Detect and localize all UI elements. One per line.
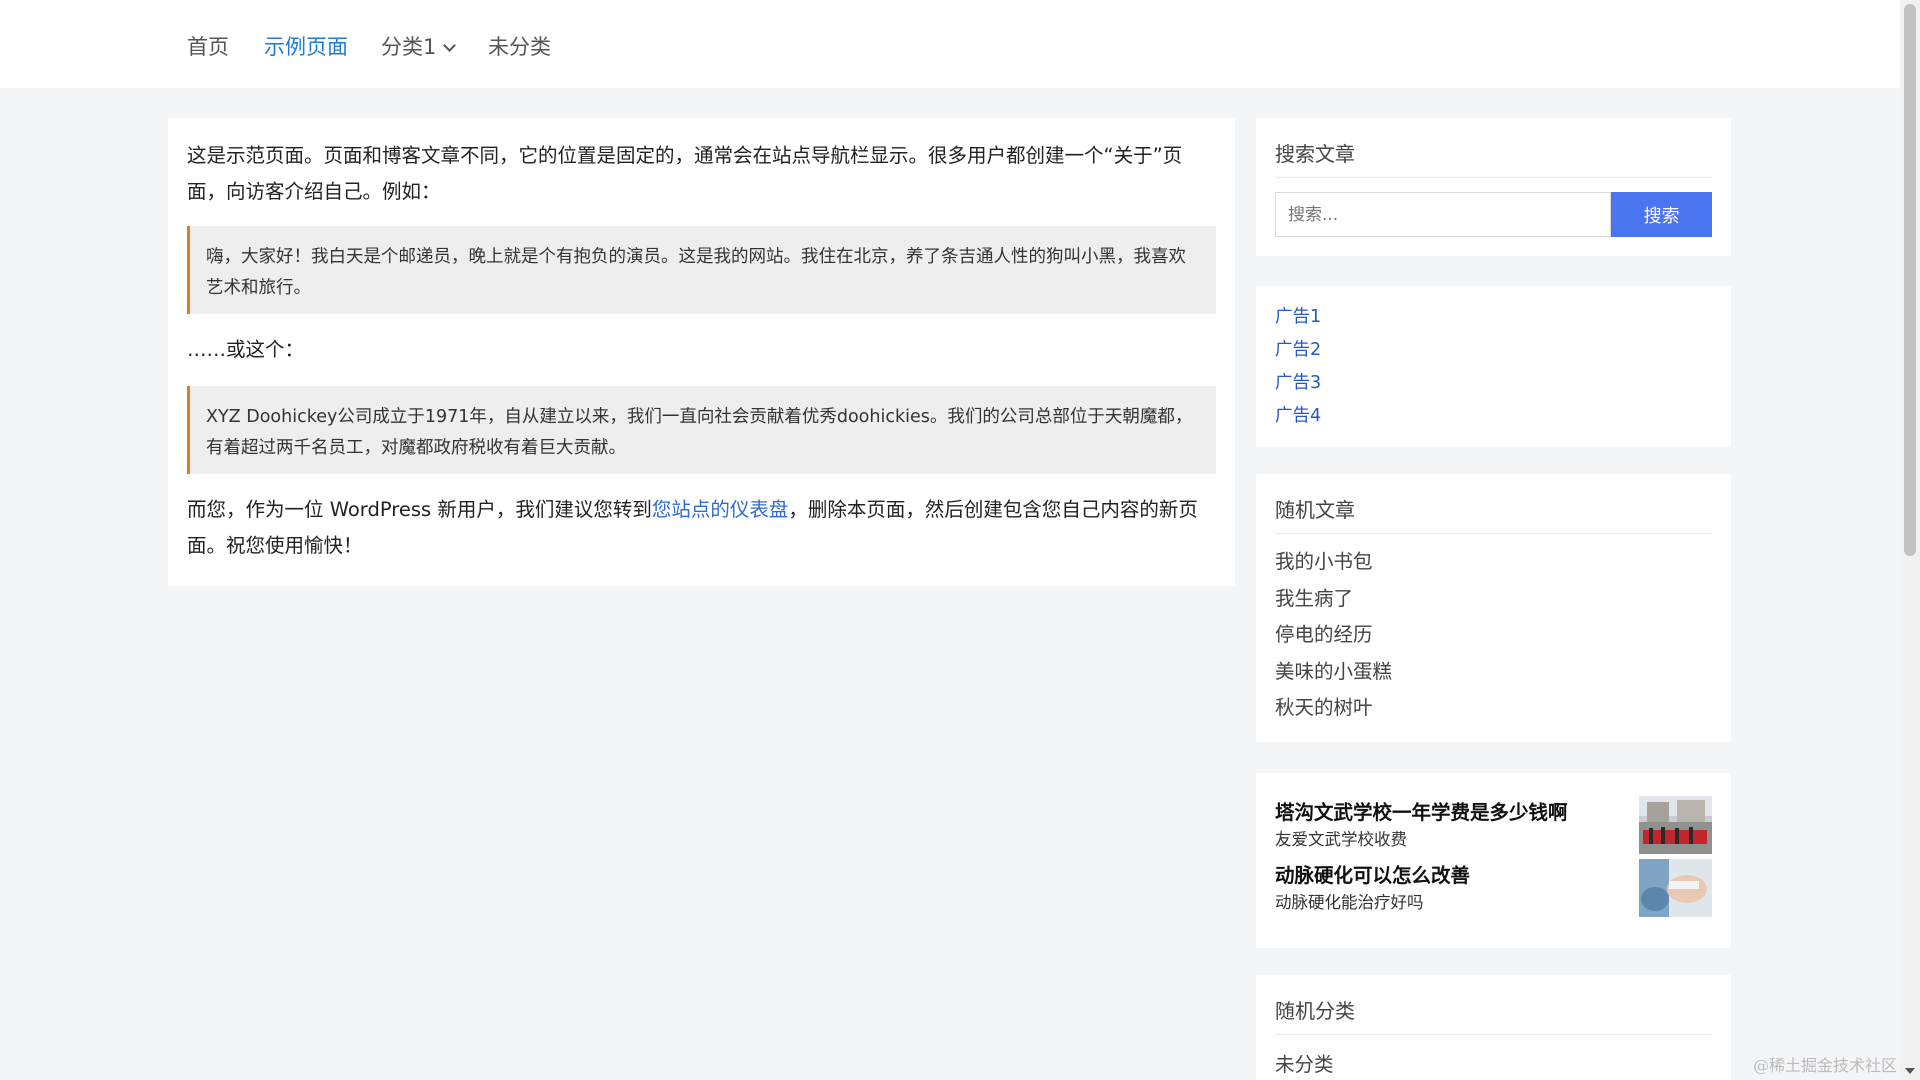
promo-thumbnail-artery: [1639, 859, 1712, 917]
random-post-link[interactable]: 停电的经历: [1275, 617, 1712, 654]
promo-thumbnail-school: [1639, 796, 1712, 854]
random-posts-list: 我的小书包 我生病了 停电的经历 美味的小蛋糕 秋天的树叶: [1275, 534, 1712, 727]
search-input[interactable]: [1275, 192, 1612, 237]
random-categories-title: 随机分类: [1275, 975, 1712, 1035]
nav-sample-page[interactable]: 示例页面: [264, 31, 348, 61]
nav-home[interactable]: 首页: [187, 31, 229, 61]
promo-subtitle: 友爱文武学校收费: [1275, 830, 1407, 849]
page-scrollbar[interactable]: [1900, 0, 1920, 1080]
ad-link-2[interactable]: 广告2: [1275, 334, 1712, 367]
dashboard-link[interactable]: 您站点的仪表盘: [652, 498, 789, 521]
nav-category1-label: 分类1: [381, 35, 437, 59]
article-intro: 这是示范页面。页面和博客文章不同，它的位置是固定的，通常会在站点导航栏显示。很多…: [187, 144, 1183, 203]
random-post-link[interactable]: 我生病了: [1275, 581, 1712, 618]
promo-title: 动脉硬化可以怎么改善: [1275, 864, 1471, 887]
article-or-this: ……或这个：: [187, 338, 305, 361]
ad-link-4[interactable]: 广告4: [1275, 400, 1712, 433]
blockquote-company: XYZ Doohickey公司成立于1971年，自从建立以来，我们一直向社会贡献…: [187, 386, 1216, 474]
random-post-link[interactable]: 秋天的树叶: [1275, 690, 1712, 727]
watermark-text: @稀土掘金技术社区: [1753, 1056, 1898, 1075]
promo-widget: 塔沟文武学校一年学费是多少钱啊 友爱文武学校收费 动脉硬化可以怎么改善 动脉硬化…: [1256, 773, 1731, 948]
blockquote-personal: 嗨，大家好！我白天是个邮递员，晚上就是个有抱负的演员。这是我的网站。我住在北京，…: [187, 226, 1216, 314]
promo-title: 塔沟文武学校一年学费是多少钱啊: [1275, 801, 1568, 824]
random-post-link[interactable]: 我的小书包: [1275, 544, 1712, 581]
scroll-down-arrow-icon[interactable]: [1905, 1068, 1915, 1074]
random-posts-widget: 随机文章 我的小书包 我生病了 停电的经历 美味的小蛋糕 秋天的树叶: [1256, 474, 1731, 742]
nav-category1[interactable]: 分类1: [381, 31, 457, 61]
category-link-uncategorized[interactable]: 未分类: [1275, 1047, 1712, 1080]
random-posts-title: 随机文章: [1275, 474, 1712, 534]
article-outro-text: 而您，作为一位 WordPress 新用户，我们建议您转到: [187, 498, 652, 521]
top-navigation: 首页 示例页面 分类1 未分类: [0, 0, 1900, 88]
nav-uncategorized[interactable]: 未分类: [488, 31, 551, 61]
random-post-link[interactable]: 美味的小蛋糕: [1275, 654, 1712, 691]
random-categories-widget: 随机分类 未分类: [1256, 975, 1731, 1080]
ads-widget: 广告1 广告2 广告3 广告4: [1256, 286, 1731, 447]
search-button[interactable]: 搜索: [1611, 192, 1712, 237]
scrollbar-thumb[interactable]: [1904, 4, 1916, 556]
search-row: 搜索: [1275, 192, 1712, 237]
article-outro: 而您，作为一位 WordPress 新用户，我们建议您转到您站点的仪表盘，删除本…: [187, 492, 1216, 564]
random-categories-list: 未分类: [1275, 1035, 1712, 1080]
article-card: 这是示范页面。页面和博客文章不同，它的位置是固定的，通常会在站点导航栏显示。很多…: [168, 118, 1235, 586]
promo-item-artery[interactable]: 动脉硬化可以怎么改善 动脉硬化能治疗好吗: [1275, 859, 1712, 917]
ad-link-3[interactable]: 广告3: [1275, 367, 1712, 400]
ad-link-1[interactable]: 广告1: [1275, 301, 1712, 334]
search-widget-title: 搜索文章: [1275, 118, 1712, 178]
promo-subtitle: 动脉硬化能治疗好吗: [1275, 893, 1424, 912]
search-widget: 搜索文章 搜索: [1256, 118, 1731, 256]
promo-item-school[interactable]: 塔沟文武学校一年学费是多少钱啊 友爱文武学校收费: [1275, 796, 1712, 854]
chevron-down-icon: [443, 39, 457, 52]
